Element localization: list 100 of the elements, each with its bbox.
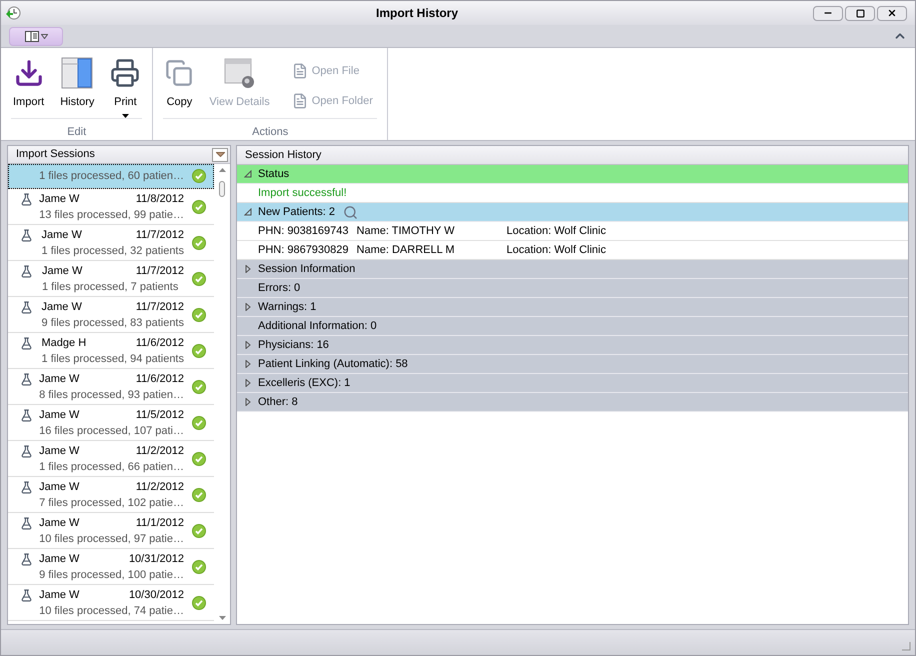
session-date: 11/8/2012 [136,192,184,206]
scroll-thumb[interactable] [219,181,225,197]
check-icon [192,416,206,430]
session-date: 10/31/2012 [128,552,184,566]
panel-title: Session History [245,148,322,163]
ribbon-button[interactable]: Print [104,52,146,118]
expand-triangle-icon[interactable] [244,360,252,368]
session-summary: 13 files processed, 99 patie… [39,208,184,222]
expand-triangle-icon[interactable] [244,379,252,387]
user-name: Jame W [39,516,80,530]
session-summary: 1 files processed, 66 patien… [39,460,184,474]
session-date: 11/5/2012 [136,408,184,422]
flask-icon [20,265,33,278]
session-summary: 1 files processed, 32 patients [42,244,184,258]
table-search-icon [224,57,256,89]
section-header[interactable]: Warnings: 1 [237,298,908,317]
close-button[interactable] [877,6,907,20]
flask-icon [20,445,33,458]
session-date: 11/2/2012 [136,480,184,494]
user-name: Jame W [39,552,80,566]
phn-text: PHN: 9038169743 [258,224,349,239]
section-title: Warnings: 1 [258,300,316,315]
caret-icon [216,152,224,157]
section-header[interactable]: Status [237,165,908,184]
session-summary: 8 files processed, 93 patien… [39,388,184,402]
collapse-triangle-icon[interactable] [244,170,252,178]
section-header[interactable]: Other: 8 [237,393,908,412]
maximize-button[interactable] [845,6,875,20]
phn-text: PHN: 9867930829 [258,242,349,258]
session-date: 11/6/2012 [136,372,184,386]
check-icon [192,236,206,250]
patient-name: Name: DARRELL M [356,242,456,258]
section-title: New Patients: 2 [258,204,336,220]
flask-icon [20,481,33,494]
session-date: 11/1/2012 [136,516,184,530]
session-summary: 10 files processed, 74 patie… [39,604,184,618]
section-header[interactable]: Excelleris (EXC): 1 [237,374,908,393]
window-title: Import History [376,6,458,20]
copy-icon [165,59,194,87]
scroll-up-icon[interactable] [218,168,226,172]
user-name: Jame W [39,588,80,602]
filter-dropdown-button[interactable] [212,148,228,162]
expand-triangle-icon[interactable] [244,303,252,311]
printer-icon [110,58,140,88]
flask-icon [20,301,33,314]
close-icon [887,8,897,18]
flask-icon [20,553,33,566]
session-summary: 1 files processed, 60 patien… [39,169,184,184]
panel-layout-icon [61,57,94,89]
layout-menu-button[interactable] [9,26,63,46]
session-summary: 10 files processed, 97 patie… [39,532,184,546]
check-icon [192,272,206,286]
ribbon-button[interactable]: Import [7,52,50,118]
location-text: Location: Wolf Clinic [506,224,606,239]
section-title: Status [258,166,290,182]
download-icon [14,58,44,88]
section-header[interactable]: Session Information [237,260,908,279]
expand-triangle-icon[interactable] [244,265,252,273]
section-title: Session Information [258,262,356,277]
search-icon[interactable] [343,204,358,220]
session-date: 11/7/2012 [136,300,184,314]
expand-triangle-icon[interactable] [244,398,252,406]
user-name: Jame W [39,480,80,494]
expand-triangle-icon[interactable] [244,341,252,349]
scroll-down-icon[interactable] [218,616,226,620]
user-name: Jame W [42,264,82,278]
flask-icon [20,337,33,350]
group-label: Actions [252,126,288,138]
session-summary: 7 files processed, 102 patie… [39,496,184,510]
session-summary: 1 files processed, 94 patients [42,352,184,366]
caret-icon [40,34,48,38]
section-header[interactable]: Physicians: 16 [237,336,908,355]
section-title: Additional Information: 0 [258,318,377,334]
location-text: Location: Wolf Clinic [506,242,606,258]
check-icon [192,560,206,574]
group-label: Edit [67,126,86,138]
check-icon [192,596,206,610]
user-name: Madge H [42,336,86,350]
session-summary: 16 files processed, 107 pati… [39,424,184,438]
status-message: Import successful! [258,186,347,201]
section-title: Errors: 0 [258,280,300,296]
file-icon [292,93,308,109]
section-title: Patient Linking (Automatic): 58 [258,356,408,372]
check-icon [192,452,206,466]
session-date: 11/6/2012 [136,336,184,350]
section-title: Physicians: 16 [258,338,329,353]
ribbon-button[interactable]: History [54,52,100,118]
check-icon [192,524,206,538]
panel-title: Import Sessions [16,147,95,162]
panel-icon [24,30,38,42]
check-icon [192,169,206,183]
flask-icon [20,517,33,530]
resize-grip-icon[interactable] [901,641,911,651]
ribbon-button[interactable]: Copy [159,52,200,118]
user-name: Jame W [42,300,82,314]
section-header[interactable]: Patient Linking (Automatic): 58 [237,355,908,374]
session-item[interactable]: 1 files processed, 60 patien… [8,164,214,189]
flask-icon [20,373,33,386]
collapse-triangle-icon[interactable] [244,208,252,216]
section-header[interactable]: New Patients: 2 [237,203,908,222]
